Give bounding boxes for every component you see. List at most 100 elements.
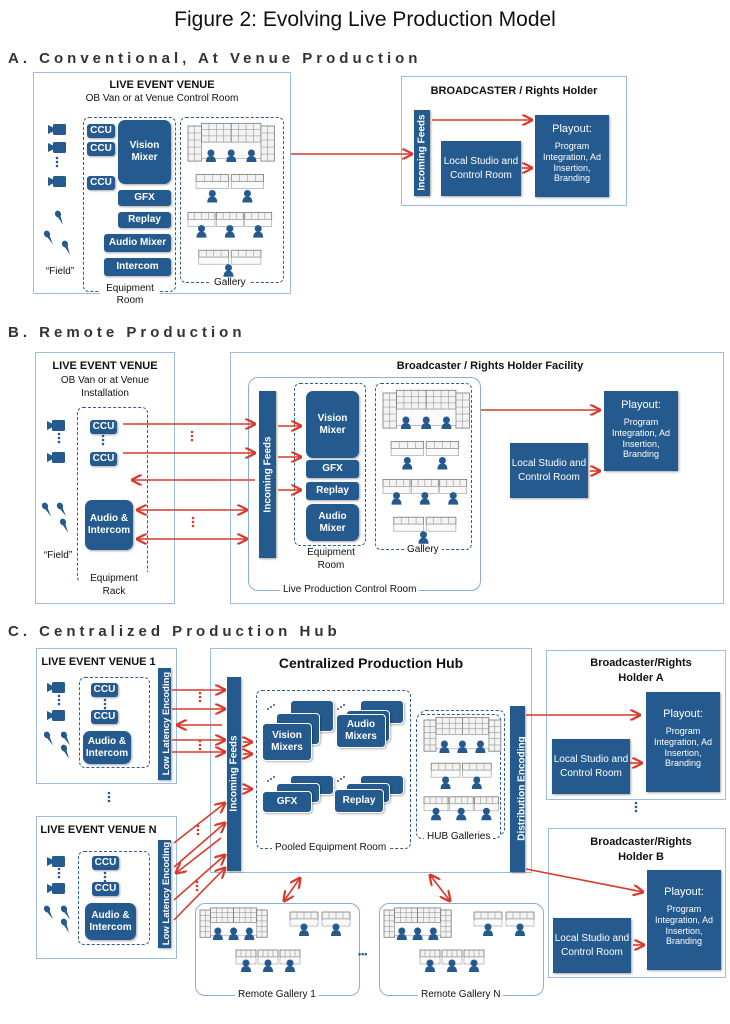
camera-icon <box>52 420 65 431</box>
operator-icon <box>242 959 250 967</box>
operator-icon <box>196 231 207 238</box>
vertical-dots <box>57 432 61 436</box>
console-desk <box>462 769 492 778</box>
operator-icon <box>422 416 430 424</box>
operator-icon <box>515 930 525 936</box>
operator-icon <box>393 492 400 500</box>
operator-icon <box>483 930 493 936</box>
operator-icon <box>402 416 410 424</box>
operator-icon <box>230 927 238 935</box>
operator-icon <box>263 966 273 972</box>
operator-icon <box>470 959 478 967</box>
vertical-dots <box>107 795 111 799</box>
operator-icon <box>242 196 253 203</box>
operator-icon <box>226 225 234 233</box>
operator-icon <box>332 923 340 931</box>
operator-icon <box>421 492 429 500</box>
operator-icon <box>432 807 440 815</box>
operator-icon <box>225 264 232 272</box>
operator-icon <box>299 930 309 936</box>
vertical-dots <box>107 791 111 795</box>
console-desk <box>393 523 424 532</box>
operator-icon <box>286 959 294 967</box>
operator-icon <box>484 923 492 931</box>
operator-icon <box>449 492 457 500</box>
microphone-icon <box>43 230 53 245</box>
operator-icon <box>419 498 430 505</box>
stack-dots <box>343 704 345 706</box>
microphone-icon <box>60 918 70 933</box>
operator-icon <box>456 814 467 821</box>
stack-dots <box>267 708 269 710</box>
console-desk <box>425 448 459 456</box>
camera-icon <box>53 142 66 153</box>
console-desk <box>198 256 229 265</box>
vertical-dots <box>198 695 202 699</box>
operator-icon <box>431 814 441 821</box>
operator-icon <box>285 966 295 972</box>
microphone-icon <box>60 744 70 759</box>
camera-icon <box>53 176 66 187</box>
vertical-dots <box>634 805 638 809</box>
vertical-dots <box>196 824 200 828</box>
vertical-dots <box>57 702 61 706</box>
operator-icon <box>457 807 465 815</box>
operator-icon <box>420 531 427 539</box>
vertical-dots <box>55 160 59 164</box>
operator-icon <box>214 927 222 935</box>
stack-dots <box>270 778 272 780</box>
operator-icon <box>224 231 235 238</box>
vertical-dots <box>195 884 199 888</box>
microphone-icon <box>43 731 53 746</box>
operator-icon <box>253 231 264 238</box>
operator-icon <box>442 776 450 784</box>
vertical-dots <box>196 832 200 836</box>
operator-icon <box>241 966 251 972</box>
vertical-dots <box>195 888 199 892</box>
camera-icon <box>52 452 65 463</box>
operator-icon <box>471 783 482 789</box>
arrow <box>173 803 225 844</box>
operator-icon <box>207 196 218 203</box>
vertical-dots <box>191 520 195 524</box>
console-desk <box>230 256 262 265</box>
console-desk <box>425 523 457 532</box>
operator-icon <box>331 930 341 936</box>
vertical-dots <box>195 880 199 884</box>
operator-icon <box>440 783 451 789</box>
stack-dots <box>337 708 339 710</box>
vertical-dots <box>57 440 61 444</box>
operator-icon <box>473 776 481 784</box>
vertical-dots <box>57 698 61 702</box>
arrow <box>173 823 225 868</box>
operator-icon <box>254 225 262 233</box>
stack-dots <box>343 776 345 778</box>
arrow <box>525 868 643 892</box>
operator-icon <box>437 463 448 470</box>
vertical-dots <box>634 801 638 805</box>
operator-icon <box>448 959 456 967</box>
vertical-dots <box>55 156 59 160</box>
vertical-dots <box>103 871 107 875</box>
stack-dots <box>337 780 339 782</box>
operator-icon <box>403 457 411 464</box>
vertical-dots <box>103 698 107 702</box>
camera-icon <box>52 682 65 693</box>
operator-icon <box>300 923 308 931</box>
vertical-dots <box>103 706 107 710</box>
stack-dots <box>273 776 275 778</box>
vertical-dots <box>198 691 202 695</box>
operator-icon <box>418 537 429 544</box>
microphone-icon <box>59 518 69 533</box>
microphone-icon <box>56 502 66 517</box>
operator-icon <box>438 457 446 464</box>
vertical-dots <box>196 828 200 832</box>
microphone-icon <box>54 210 64 225</box>
operator-icon <box>448 498 459 505</box>
operator-icon <box>458 740 466 748</box>
vertical-dots <box>191 524 195 528</box>
operator-icon <box>264 959 272 967</box>
vertical-dots <box>103 702 107 706</box>
microphone-icon <box>41 502 51 517</box>
vertical-dots <box>101 438 105 442</box>
